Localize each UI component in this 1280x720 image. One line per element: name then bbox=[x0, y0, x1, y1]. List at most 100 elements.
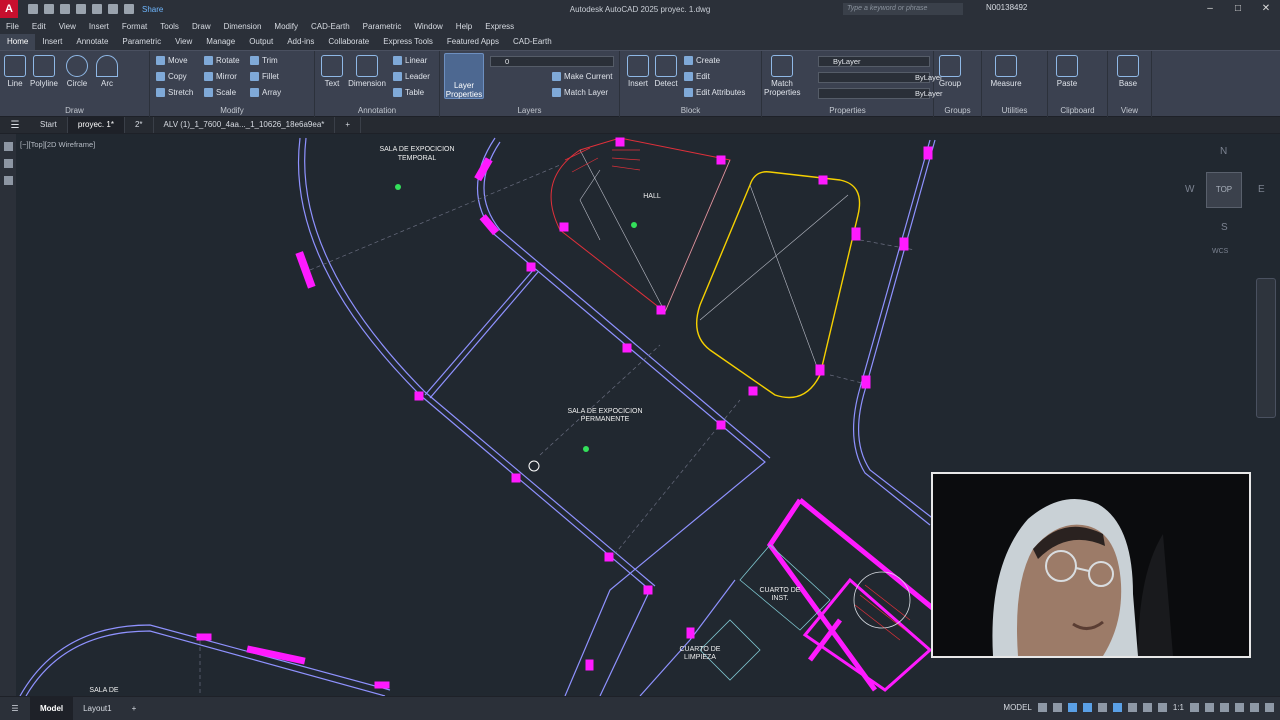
mirror-tool[interactable]: Mirror bbox=[204, 72, 237, 81]
annotation-visibility-icon[interactable] bbox=[1157, 703, 1167, 712]
share-button[interactable]: Share bbox=[142, 5, 163, 14]
autocad-logo-icon[interactable]: A bbox=[0, 0, 18, 18]
text-tool[interactable]: Text bbox=[321, 55, 343, 88]
layer-tool-icon[interactable] bbox=[3, 142, 13, 151]
viewcube-top-face[interactable]: TOP bbox=[1206, 172, 1242, 208]
tab-cad-earth[interactable]: CAD-Earth bbox=[506, 34, 559, 50]
doc-tab-alv[interactable]: ALV (1)_1_7600_4aa..._1_10626_18e6a9ea* bbox=[154, 117, 336, 133]
tab-featured-apps[interactable]: Featured Apps bbox=[440, 34, 506, 50]
rotate-tool[interactable]: Rotate bbox=[204, 56, 240, 65]
quick-properties-icon[interactable] bbox=[1235, 703, 1244, 712]
annotation-monitor-icon[interactable] bbox=[1205, 703, 1214, 712]
model-tab[interactable]: Model bbox=[30, 697, 74, 720]
tab-insert[interactable]: Insert bbox=[35, 34, 69, 50]
base-tool[interactable]: Base bbox=[1116, 55, 1140, 88]
edit-block-tool[interactable]: Edit bbox=[684, 72, 710, 81]
tab-output[interactable]: Output bbox=[242, 34, 280, 50]
viewcube-east[interactable]: E bbox=[1258, 184, 1265, 195]
doc-tab-proyec[interactable]: proyec. 1* bbox=[67, 117, 125, 133]
tab-parametric[interactable]: Parametric bbox=[115, 34, 168, 50]
linetype-dropdown[interactable]: ByLayer bbox=[818, 72, 943, 83]
menu-view[interactable]: View bbox=[59, 22, 76, 31]
menu-edit[interactable]: Edit bbox=[32, 22, 46, 31]
layers-panel-title[interactable]: Layers bbox=[440, 106, 619, 115]
match-layer-tool[interactable]: Match Layer bbox=[552, 88, 608, 97]
modify-panel-title[interactable]: Modify bbox=[150, 106, 314, 115]
tab-annotate[interactable]: Annotate bbox=[69, 34, 115, 50]
copy-tool[interactable]: Copy bbox=[156, 72, 187, 81]
menu-modify[interactable]: Modify bbox=[274, 22, 298, 31]
draw-panel-title[interactable]: Draw bbox=[0, 106, 149, 115]
polar-icon[interactable] bbox=[1082, 703, 1092, 712]
arc-tool[interactable]: Arc bbox=[96, 55, 118, 88]
menu-tools[interactable]: Tools bbox=[160, 22, 179, 31]
detect-tool[interactable]: Detect bbox=[652, 55, 680, 88]
isodraft-icon[interactable] bbox=[1097, 703, 1107, 712]
groups-panel-title[interactable]: Groups bbox=[934, 106, 981, 115]
layout1-tab[interactable]: Layout1 bbox=[73, 697, 121, 720]
block-panel-title[interactable]: Block bbox=[620, 106, 761, 115]
lineweight-icon[interactable] bbox=[1127, 703, 1137, 712]
paste-tool[interactable]: Paste bbox=[1054, 55, 1080, 88]
minimize-button[interactable]: – bbox=[1196, 0, 1224, 18]
measure-tool[interactable]: Measure bbox=[988, 55, 1024, 88]
layer-properties-button[interactable]: Layer Properties bbox=[444, 53, 484, 99]
wcs-menu[interactable]: WCS bbox=[1212, 248, 1228, 255]
line-tool[interactable]: Line bbox=[4, 55, 26, 88]
scale-tool[interactable]: Scale bbox=[204, 88, 236, 97]
layout-menu-icon[interactable]: ☰ bbox=[0, 697, 30, 720]
save-icon[interactable] bbox=[60, 4, 70, 14]
menu-dimension[interactable]: Dimension bbox=[224, 22, 262, 31]
object-snap-icon[interactable] bbox=[1112, 703, 1122, 712]
trim-tool[interactable]: Trim bbox=[250, 56, 278, 65]
edit-attributes-tool[interactable]: Edit Attributes bbox=[684, 88, 745, 97]
properties-panel-title[interactable]: Properties bbox=[762, 106, 933, 115]
open-icon[interactable] bbox=[44, 4, 54, 14]
undo-icon[interactable] bbox=[108, 4, 118, 14]
new-tab-button[interactable]: + bbox=[335, 117, 362, 133]
menu-parametric[interactable]: Parametric bbox=[363, 22, 402, 31]
tab-manage[interactable]: Manage bbox=[199, 34, 242, 50]
dimension-tool[interactable]: Dimension bbox=[347, 55, 387, 88]
make-current-tool[interactable]: Make Current bbox=[552, 72, 612, 81]
fillet-tool[interactable]: Fillet bbox=[250, 72, 279, 81]
maximize-button[interactable]: □ bbox=[1224, 0, 1252, 18]
user-account[interactable]: N00138492 bbox=[986, 3, 1027, 12]
menu-window[interactable]: Window bbox=[414, 22, 442, 31]
utilities-panel-title[interactable]: Utilities bbox=[982, 106, 1047, 115]
menu-cad-earth[interactable]: CAD-Earth bbox=[311, 22, 350, 31]
lineweight-dropdown[interactable]: ByLayer bbox=[818, 88, 943, 99]
close-button[interactable]: ✕ bbox=[1252, 0, 1280, 18]
doc-tab-start[interactable]: Start bbox=[30, 117, 68, 133]
linear-tool[interactable]: Linear bbox=[393, 56, 427, 65]
polyline-tool[interactable]: Polyline bbox=[28, 55, 60, 88]
insert-tool[interactable]: Insert bbox=[626, 55, 650, 88]
doc-tab-2[interactable]: 2* bbox=[125, 117, 154, 133]
layer-dropdown[interactable]: 0 bbox=[490, 56, 614, 67]
workspace-gear-icon[interactable] bbox=[1190, 703, 1199, 712]
transparency-icon[interactable] bbox=[1142, 703, 1152, 712]
tab-view[interactable]: View bbox=[168, 34, 199, 50]
model-space-label[interactable]: MODEL bbox=[1003, 703, 1031, 712]
menu-insert[interactable]: Insert bbox=[89, 22, 109, 31]
viewcube-north[interactable]: N bbox=[1220, 146, 1227, 157]
color-dropdown[interactable]: ByLayer bbox=[818, 56, 930, 67]
menu-file[interactable]: File bbox=[6, 22, 19, 31]
viewcube[interactable]: N W E S TOP WCS bbox=[1185, 144, 1276, 255]
ortho-icon[interactable] bbox=[1067, 703, 1077, 712]
snap-icon[interactable] bbox=[1052, 703, 1062, 712]
menu-help[interactable]: Help bbox=[456, 22, 472, 31]
save-as-icon[interactable] bbox=[76, 4, 86, 14]
search-input[interactable]: Type a keyword or phrase bbox=[843, 3, 963, 15]
clipboard-panel-title[interactable]: Clipboard bbox=[1048, 106, 1107, 115]
menu-express[interactable]: Express bbox=[485, 22, 514, 31]
tab-home[interactable]: Home bbox=[0, 34, 36, 50]
move-tool[interactable]: Move bbox=[156, 56, 188, 65]
circle-tool[interactable]: Circle bbox=[64, 55, 90, 88]
stretch-tool[interactable]: Stretch bbox=[156, 88, 193, 97]
menu-draw[interactable]: Draw bbox=[192, 22, 211, 31]
annotation-panel-title[interactable]: Annotation bbox=[315, 106, 439, 115]
menu-format[interactable]: Format bbox=[122, 22, 147, 31]
array-tool[interactable]: Array bbox=[250, 88, 281, 97]
leader-tool[interactable]: Leader bbox=[393, 72, 430, 81]
